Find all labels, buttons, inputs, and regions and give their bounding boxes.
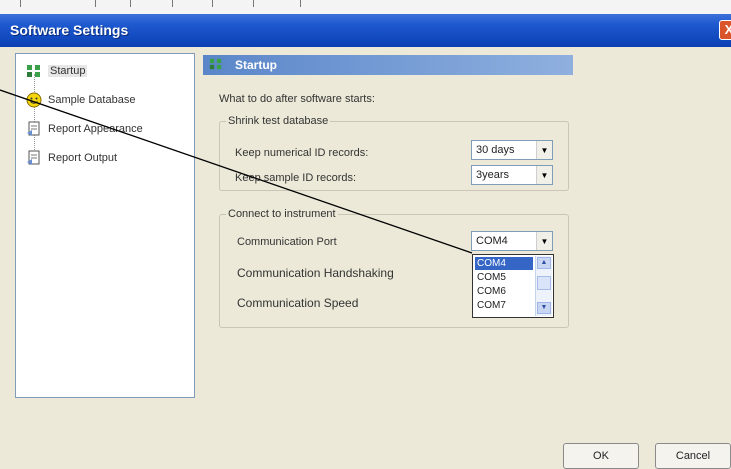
ok-button[interactable]: OK [563, 443, 639, 469]
title-bar: Software Settings X [0, 14, 731, 47]
group-legend: Shrink test database [228, 115, 329, 127]
communication-port-select[interactable]: COM4 ▼ [471, 231, 553, 251]
nav-item-startup[interactable]: Startup [26, 62, 88, 80]
list-scrollbar[interactable]: ▲ ▼ [535, 256, 552, 316]
nav-item-report-output[interactable]: Report Output [26, 149, 117, 167]
settings-nav-tree: Startup Sample Database Report Appearanc… [15, 53, 195, 398]
close-button[interactable]: X [719, 20, 731, 40]
strip-divider [95, 0, 96, 7]
select-value: 30 days [476, 144, 515, 156]
section-header: Startup [203, 55, 573, 75]
sample-records-select[interactable]: 3years ▼ [471, 165, 553, 185]
communication-speed-label: Communication Speed [237, 296, 359, 310]
list-option-com6[interactable]: COM6 [475, 285, 533, 298]
numerical-records-select[interactable]: 30 days ▼ [471, 140, 553, 160]
scroll-thumb[interactable] [537, 276, 551, 290]
scroll-up-icon[interactable]: ▲ [537, 257, 551, 269]
nav-item-label: Startup [48, 65, 88, 77]
strip-divider [20, 0, 21, 7]
nav-item-sample-database[interactable]: Sample Database [26, 91, 135, 109]
communication-handshaking-label: Communication Handshaking [237, 266, 394, 280]
report-icon [26, 150, 42, 166]
sample-records-label: Keep sample ID records: [235, 172, 357, 184]
communication-port-label: Communication Port [237, 236, 337, 248]
strip-divider [130, 0, 131, 7]
intro-text: What to do after software starts: [219, 93, 375, 105]
close-icon: X [724, 22, 731, 37]
select-value: COM4 [476, 235, 508, 247]
section-title: Startup [235, 58, 277, 72]
list-option-com4[interactable]: COM4 [475, 257, 533, 270]
strip-divider [253, 0, 254, 7]
strip-divider [172, 0, 173, 7]
list-option-com7[interactable]: COM7 [475, 299, 533, 312]
strip-divider [300, 0, 301, 7]
nav-item-report-appearance[interactable]: Report Appearance [26, 120, 143, 138]
startup-icon [26, 63, 42, 79]
scroll-down-icon[interactable]: ▼ [537, 302, 551, 314]
background-window-strip [0, 0, 731, 14]
cancel-button[interactable]: Cancel [655, 443, 731, 469]
select-value: 3years [476, 169, 510, 181]
list-option-com5[interactable]: COM5 [475, 271, 533, 284]
chevron-down-icon[interactable]: ▼ [536, 232, 552, 250]
chevron-down-icon[interactable]: ▼ [536, 166, 552, 184]
chevron-down-icon[interactable]: ▼ [536, 141, 552, 159]
numerical-records-label: Keep numerical ID records: [235, 147, 369, 159]
window-title: Software Settings [10, 22, 129, 38]
group-legend: Connect to instrument [228, 208, 336, 220]
report-icon [26, 121, 42, 137]
nav-item-label: Report Appearance [48, 123, 143, 135]
communication-port-dropdown-list[interactable]: COM4 COM5 COM6 COM7 ▲ ▼ [472, 254, 554, 318]
nav-item-label: Report Output [48, 152, 118, 164]
startup-panel: What to do after software starts: Shrink… [203, 75, 573, 395]
database-smiley-icon [26, 92, 42, 108]
nav-item-label: Sample Database [48, 94, 136, 106]
strip-divider [212, 0, 213, 7]
startup-icon [209, 57, 225, 73]
